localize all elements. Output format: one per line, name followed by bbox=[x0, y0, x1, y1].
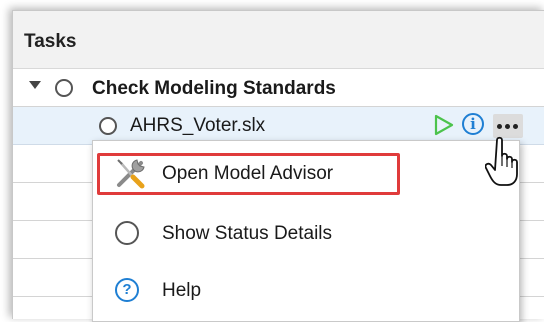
context-menu: Open Model Advisor Show Status Details ?… bbox=[92, 140, 520, 322]
group-label: Check Modeling Standards bbox=[92, 78, 336, 99]
tasks-header-title: Tasks bbox=[24, 31, 77, 52]
menu-item-open-model-advisor[interactable]: Open Model Advisor bbox=[93, 149, 519, 203]
play-icon[interactable] bbox=[433, 113, 455, 137]
ellipsis-dot bbox=[505, 124, 510, 129]
menu-item-show-status-details[interactable]: Show Status Details bbox=[93, 207, 519, 261]
tree-row-check-modeling-standards[interactable]: Check Modeling Standards bbox=[13, 69, 544, 107]
hand-cursor-icon bbox=[485, 136, 518, 186]
item-label: AHRS_Voter.slx bbox=[130, 115, 266, 136]
status-circle-icon bbox=[55, 79, 73, 97]
more-actions-button[interactable] bbox=[493, 114, 523, 138]
menu-item-label: Help bbox=[162, 280, 202, 301]
tasks-header: Tasks bbox=[13, 11, 544, 69]
menu-item-label: Show Status Details bbox=[162, 223, 333, 244]
ellipsis-dot bbox=[497, 124, 502, 129]
ellipsis-dot bbox=[513, 124, 518, 129]
triangle-down-icon[interactable] bbox=[29, 81, 41, 89]
info-icon[interactable]: i bbox=[462, 113, 484, 135]
wrench-screwdriver-icon bbox=[117, 159, 145, 189]
help-icon: ? bbox=[115, 278, 139, 302]
status-circle-icon bbox=[99, 117, 117, 135]
menu-item-help[interactable]: ? Help bbox=[93, 261, 519, 315]
circle-outline-icon bbox=[115, 221, 139, 245]
menu-item-label: Open Model Advisor bbox=[162, 163, 334, 184]
